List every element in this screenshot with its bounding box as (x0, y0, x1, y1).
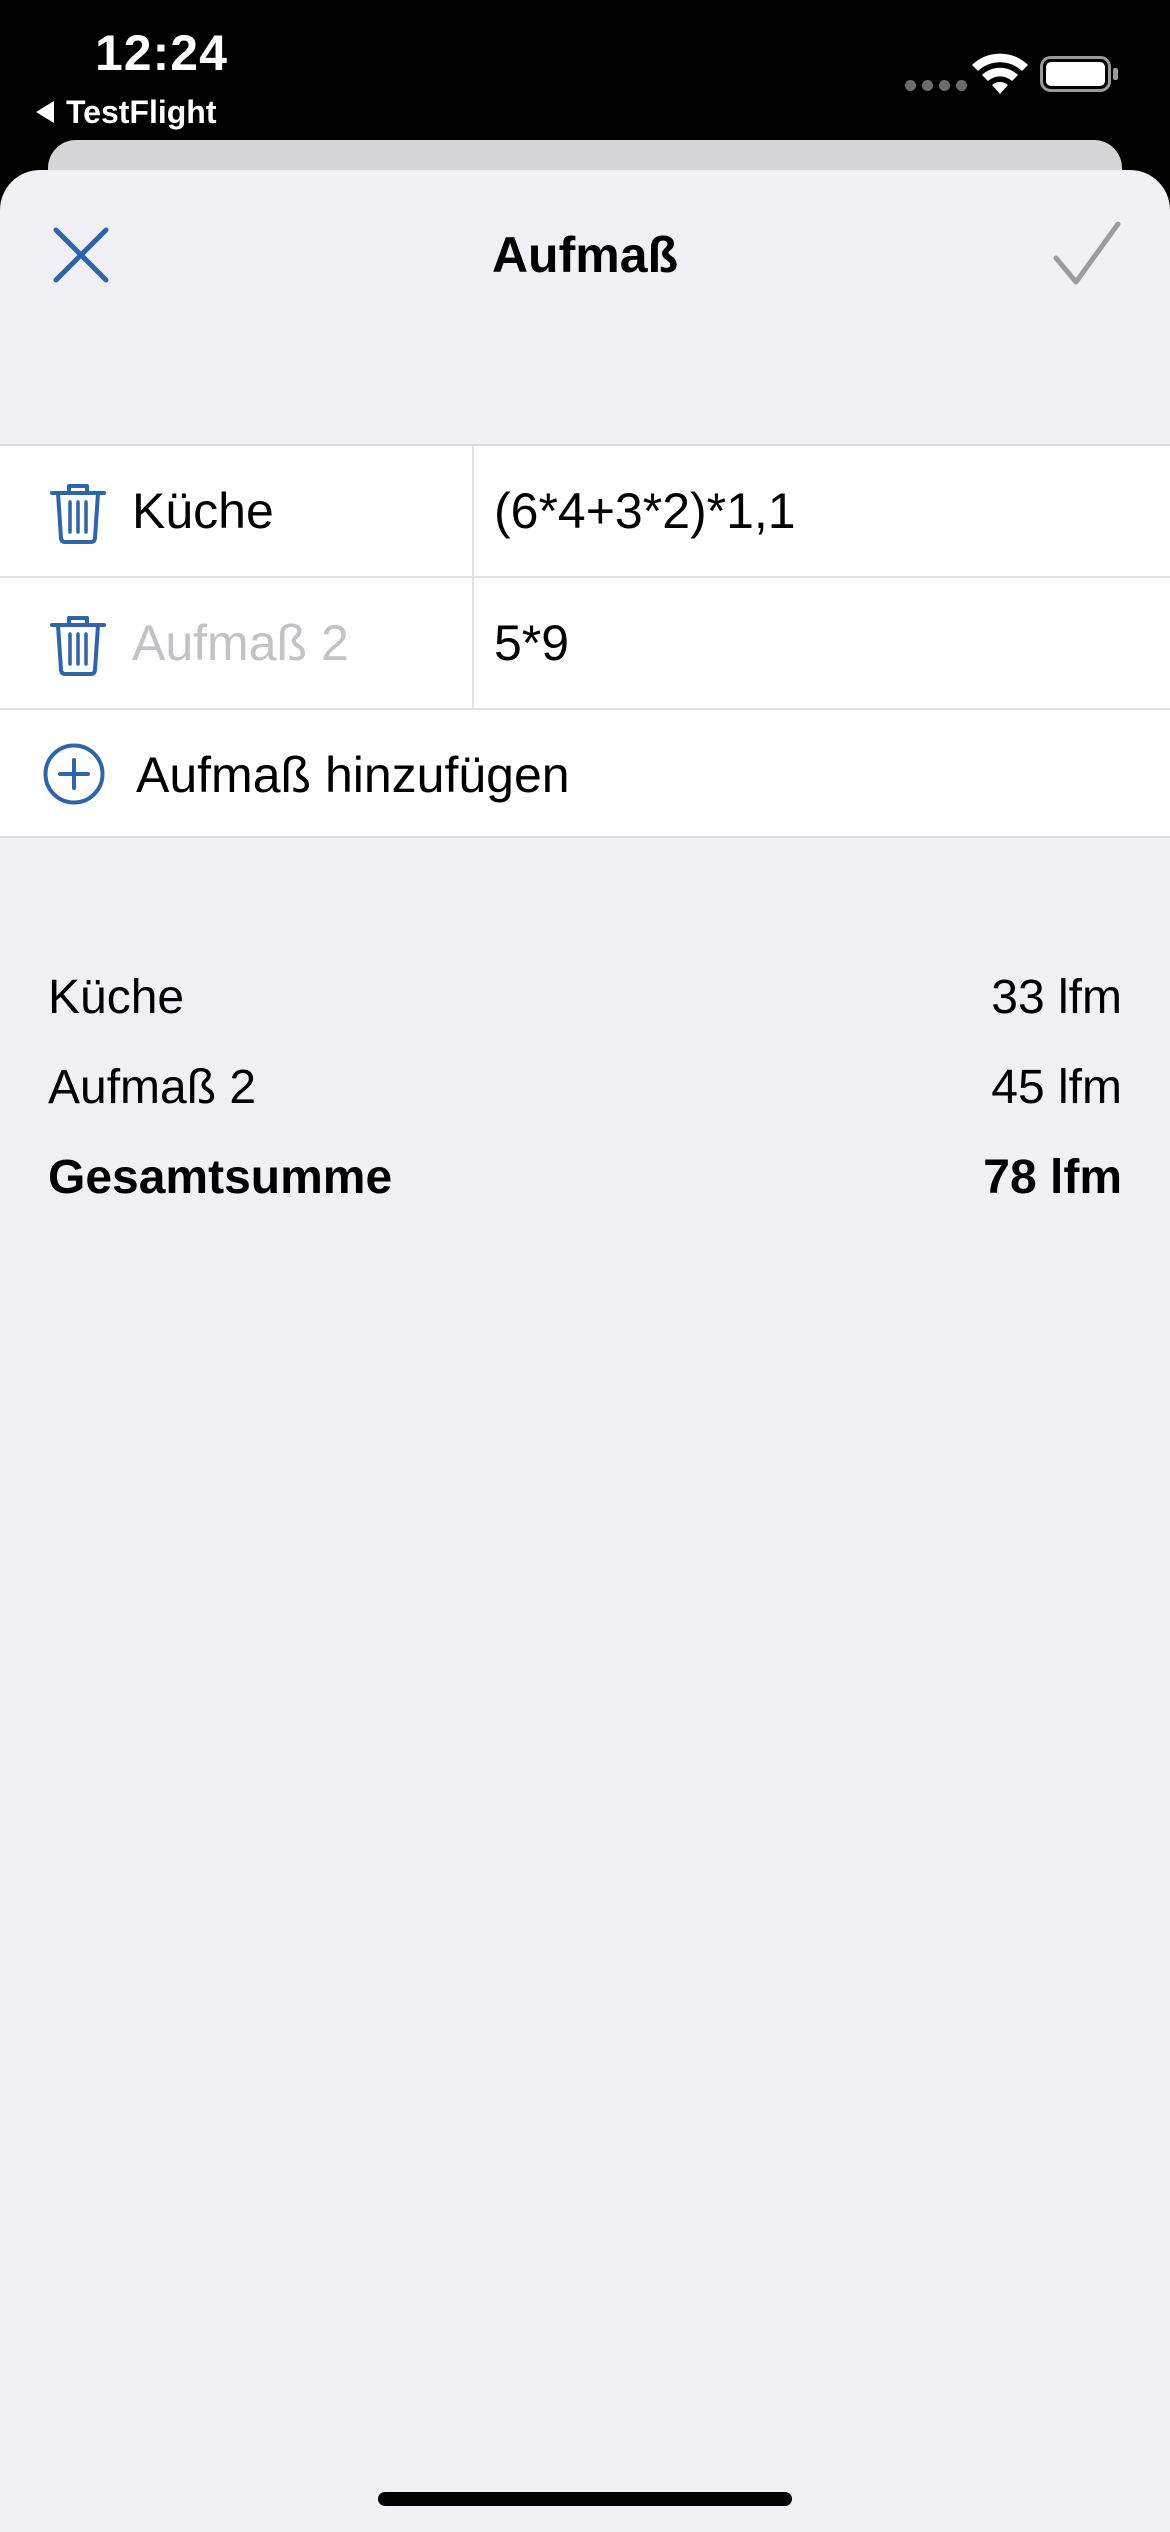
summary-row: Aufmaß 2 45 lfm (48, 1042, 1122, 1132)
summary-value: 45 lfm (991, 1061, 1122, 1114)
summary-label: Küche (48, 971, 185, 1024)
measurement-row (0, 578, 1170, 710)
aufmass-sheet: Aufmaß Küche (6*4+3*2)*1,1 Aufmaß 2 5*9 … (0, 170, 1170, 2532)
measurement-list: Aufmaß hinzufügen (0, 444, 1170, 838)
trash-icon[interactable] (48, 482, 108, 544)
page-title: Aufmaß (491, 227, 679, 283)
summary-row: Küche 33 lfm (48, 952, 1122, 1042)
wifi-icon (972, 53, 1028, 94)
trash-icon[interactable] (48, 614, 108, 676)
back-to-app-button[interactable]: TestFlight (36, 92, 217, 132)
column-divider (472, 446, 474, 578)
home-indicator[interactable] (378, 2492, 792, 2506)
measurement-name-input[interactable] (132, 482, 462, 540)
back-to-app-label: TestFlight (66, 93, 217, 130)
measurement-formula-input[interactable] (494, 482, 1134, 540)
add-measurement-label: Aufmaß hinzufügen (136, 747, 570, 803)
summary-total-row: Gesamtsumme 78 lfm (48, 1132, 1122, 1222)
add-measurement-button[interactable]: Aufmaß hinzufügen (0, 710, 1170, 836)
measurement-row (0, 446, 1170, 578)
summary-label: Aufmaß 2 (48, 1061, 257, 1114)
summary: Küche 33 lfm Aufmaß 2 45 lfm Gesamtsumme… (48, 952, 1122, 1222)
summary-value: 33 lfm (991, 971, 1122, 1024)
plus-circle-icon (43, 743, 105, 805)
back-triangle-icon (36, 101, 54, 123)
battery-icon (1040, 56, 1118, 92)
total-label: Gesamtsumme (48, 1151, 393, 1204)
measurement-formula-input[interactable] (494, 614, 1134, 672)
measurement-name-input[interactable] (132, 614, 462, 672)
cellular-signal-icon (905, 80, 967, 91)
total-value: 78 lfm (983, 1151, 1122, 1204)
column-divider (472, 578, 474, 710)
checkmark-icon[interactable] (1050, 218, 1124, 292)
navigation-bar: Aufmaß (0, 170, 1170, 340)
status-time: 12:24 (95, 25, 228, 81)
